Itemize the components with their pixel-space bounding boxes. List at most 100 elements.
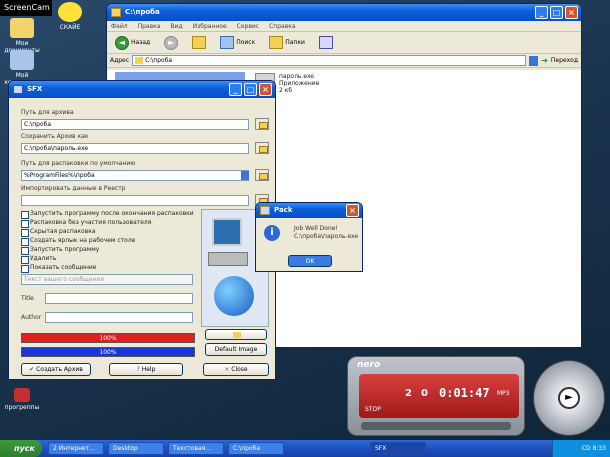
option-checkbox[interactable]: Распаковка без участия пользователя bbox=[21, 219, 151, 228]
taskbar: пуск 2 Интернет... Desktop Текстовая... … bbox=[0, 440, 610, 457]
author-input[interactable] bbox=[45, 312, 193, 323]
maximize-button[interactable]: □ bbox=[244, 83, 257, 96]
minimize-button[interactable]: _ bbox=[535, 6, 548, 19]
create-archive-button[interactable]: ✔ Создать Архив bbox=[21, 363, 91, 376]
close-sfx-button[interactable]: × Close bbox=[203, 363, 269, 376]
desktop-icon-label: СКАЙЕ bbox=[59, 24, 81, 31]
nero-jog-wheel[interactable]: ► bbox=[533, 360, 605, 436]
views-button[interactable] bbox=[314, 34, 338, 51]
help-button[interactable]: ? Help bbox=[109, 363, 183, 376]
nero-seek-slider[interactable] bbox=[361, 422, 511, 430]
pack-titlebar[interactable]: Pack × bbox=[256, 203, 362, 218]
default-path-label: Путь для распаковки по умолчанию bbox=[21, 160, 136, 167]
dialog-line-2: C:\проба\пароль.exe bbox=[294, 233, 359, 240]
option-checkbox[interactable]: Показать сообщение bbox=[21, 264, 97, 273]
forward-button[interactable]: ► bbox=[159, 34, 183, 51]
pack-dialog: Pack × i Job Well Done! C:\проба\пароль.… bbox=[255, 202, 363, 272]
option-checkbox[interactable]: Запустить программу после окончания расп… bbox=[21, 210, 194, 219]
folders-button[interactable]: Папки bbox=[264, 34, 310, 51]
nero-logo: nero bbox=[357, 360, 381, 370]
search-button[interactable]: Поиск bbox=[215, 34, 260, 51]
address-label: Адрес bbox=[110, 57, 130, 64]
author-label: Author bbox=[21, 314, 42, 321]
desktop-icon-my-documents[interactable]: Мои документы bbox=[0, 18, 44, 54]
address-input[interactable]: C:\проба bbox=[132, 55, 527, 66]
chevron-down-icon[interactable] bbox=[241, 171, 249, 180]
option-checkbox[interactable]: Скрытая распаковка bbox=[21, 228, 96, 237]
message-input[interactable]: Текст вашего сообщения bbox=[21, 274, 193, 285]
smiley-icon bbox=[58, 2, 82, 22]
close-button[interactable]: × bbox=[565, 6, 578, 19]
pack-app-icon bbox=[260, 206, 270, 215]
maximize-button[interactable]: □ bbox=[550, 6, 563, 19]
task-item[interactable]: Текстовая... bbox=[168, 442, 224, 455]
option-checkbox[interactable]: Запустить программу bbox=[21, 246, 99, 255]
browse-default-button[interactable] bbox=[255, 169, 269, 181]
menu-tools[interactable]: Сервис bbox=[237, 21, 259, 31]
path-label: Путь для архива bbox=[21, 109, 74, 116]
archive-label: Сохранить Архив как bbox=[21, 133, 89, 140]
default-image-button[interactable]: Default Image bbox=[205, 343, 267, 356]
views-icon bbox=[318, 36, 333, 49]
menu-edit[interactable]: Правка bbox=[138, 21, 161, 31]
info-icon: i bbox=[264, 225, 280, 241]
sfx-title: SFX bbox=[27, 85, 43, 93]
create-archive-label: Создать Архив bbox=[36, 366, 83, 373]
browse-archive-button[interactable] bbox=[255, 142, 269, 154]
computer-case-icon bbox=[208, 252, 248, 266]
start-button[interactable]: пуск bbox=[0, 440, 42, 457]
folder-icon bbox=[233, 332, 241, 338]
task-item[interactable]: Desktop bbox=[108, 442, 164, 455]
explorer-menubar: Файл Правка Вид Избранное Сервис Справка bbox=[107, 21, 581, 32]
sfx-app-icon bbox=[13, 85, 23, 94]
tray-cd[interactable]: CD bbox=[582, 445, 591, 452]
up-button[interactable] bbox=[187, 34, 211, 51]
close-button[interactable]: × bbox=[346, 204, 359, 217]
file-size: 2 кб bbox=[279, 87, 293, 94]
browse-path-button[interactable] bbox=[255, 118, 269, 130]
nero-time: 0:01:47 bbox=[439, 386, 490, 400]
option-checkbox[interactable]: Удалить bbox=[21, 255, 56, 264]
explorer-title: C:\проба bbox=[125, 8, 160, 16]
desktop-icon-programs[interactable]: прогреппы bbox=[0, 388, 44, 411]
go-arrow-icon[interactable]: ➔ bbox=[541, 56, 548, 65]
close-label: Close bbox=[231, 366, 248, 373]
path-input[interactable]: C:\проба bbox=[21, 119, 249, 130]
title-label: Title bbox=[21, 295, 34, 302]
registry-input[interactable] bbox=[21, 195, 249, 206]
menu-favorites[interactable]: Избранное bbox=[193, 21, 227, 31]
task-item[interactable]: 2 Интернет... bbox=[48, 442, 104, 455]
task-item[interactable]: C:\проба bbox=[228, 442, 284, 455]
file-desc: Приложение bbox=[279, 80, 320, 87]
clock: 8:33 bbox=[592, 445, 606, 452]
option-checkbox[interactable]: Создать ярлык на рабочем столе bbox=[21, 237, 135, 246]
sfx-titlebar[interactable]: SFX _ □ × bbox=[9, 81, 275, 98]
sfx-window: SFX _ □ × Путь для архива C:\проба Сохра… bbox=[8, 80, 276, 380]
menu-view[interactable]: Вид bbox=[170, 21, 182, 31]
nero-display: 2 0 0:01:47 MP3 STOP bbox=[359, 374, 519, 418]
image-browse-button[interactable] bbox=[205, 329, 267, 340]
progress-2-text: 100% bbox=[99, 349, 117, 356]
folder-up-icon bbox=[192, 36, 207, 49]
desktop-icon-skaye[interactable]: СКАЙЕ bbox=[48, 2, 92, 31]
play-icon[interactable]: ► bbox=[558, 387, 580, 409]
dropdown-arrow-icon[interactable] bbox=[529, 55, 539, 66]
close-button[interactable]: × bbox=[259, 83, 272, 96]
progress-1-text: 100% bbox=[99, 335, 117, 342]
back-button[interactable]: ◄ Назад bbox=[110, 34, 155, 51]
dialog-line-1: Job Well Done! bbox=[294, 225, 338, 232]
nero-status: STOP bbox=[365, 406, 381, 413]
task-item[interactable]: SFX bbox=[370, 442, 426, 455]
minimize-button[interactable]: _ bbox=[229, 83, 242, 96]
explorer-titlebar[interactable]: C:\проба _ □ × bbox=[107, 4, 581, 21]
archive-input[interactable]: C:\проба\пароль.exe bbox=[21, 143, 249, 154]
title-input[interactable] bbox=[45, 293, 193, 304]
menu-file[interactable]: Файл bbox=[111, 21, 128, 31]
menu-help[interactable]: Справка bbox=[269, 21, 295, 31]
nero-format: MP3 bbox=[497, 390, 510, 397]
default-path-select[interactable]: %ProgramFiles%\проба bbox=[21, 170, 249, 181]
address-bar: Адрес C:\проба ➔ Переход bbox=[107, 54, 581, 68]
go-button[interactable]: Переход bbox=[551, 57, 578, 64]
system-tray: CD 8:33 bbox=[552, 440, 610, 457]
ok-button[interactable]: OK bbox=[288, 255, 332, 267]
